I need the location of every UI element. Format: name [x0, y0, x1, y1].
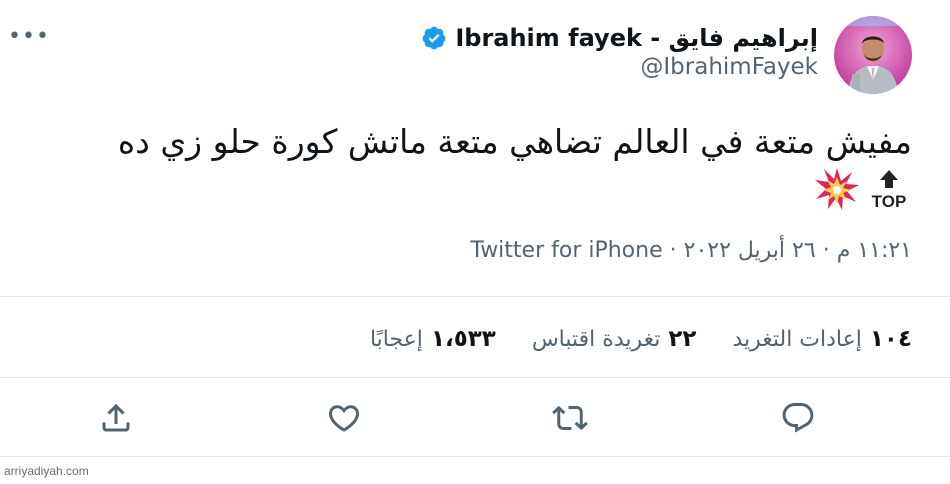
divider	[0, 456, 950, 457]
retweets-label: إعادات التغريد	[732, 326, 862, 352]
retweet-icon[interactable]	[552, 400, 588, 436]
divider	[0, 377, 950, 378]
retweets-count: ١٠٤	[869, 326, 912, 352]
tweet-card: إبراهيم فايق - Ibrahim fayek @IbrahimFay…	[0, 0, 950, 484]
likes-count: ١،٥٣٣	[430, 326, 496, 352]
likes-stat[interactable]: ١،٥٣٣ إعجابًا	[370, 326, 496, 352]
author-name-row[interactable]: إبراهيم فايق - Ibrahim fayek	[421, 20, 818, 56]
more-options-icon[interactable]: •••	[8, 26, 50, 48]
reply-icon[interactable]	[780, 400, 816, 436]
tweet-emoji-row: TOP	[814, 164, 912, 214]
tweet-date[interactable]: ٢٦ أبريل ٢٠٢٢	[684, 238, 816, 263]
share-icon[interactable]	[98, 400, 134, 436]
top-emoji-label: TOP	[872, 192, 907, 211]
divider	[0, 296, 950, 297]
tweet-text: مفيش متعة في العالم تضاهي متعة ماتش كورة…	[117, 122, 912, 161]
tweet-stats: ١٠٤ إعادات التغريد ٢٢ تغريدة اقتباس ١،٥٣…	[370, 322, 912, 356]
author-handle[interactable]: @IbrahimFayek	[640, 54, 818, 80]
quotes-stat[interactable]: ٢٢ تغريدة اقتباس	[532, 326, 697, 352]
tweet-time[interactable]: ١١:٢١ م	[837, 238, 912, 263]
tweet-source[interactable]: Twitter for iPhone	[470, 238, 662, 263]
meta-separator: ·	[669, 238, 677, 263]
quotes-label: تغريدة اقتباس	[531, 326, 661, 352]
author-display-name[interactable]: إبراهيم فايق - Ibrahim fayek	[455, 24, 818, 52]
likes-label: إعجابًا	[369, 326, 423, 352]
meta-separator: ·	[822, 238, 830, 263]
avatar[interactable]	[834, 16, 912, 94]
watermark-text: arriyadiyah.com	[4, 464, 89, 478]
top-arrow-emoji-icon: TOP	[866, 166, 912, 212]
verified-badge-icon	[421, 25, 447, 51]
tweet-actions	[0, 396, 950, 440]
retweets-stat[interactable]: ١٠٤ إعادات التغريد	[732, 326, 912, 352]
quotes-count: ٢٢	[668, 326, 697, 352]
avatar-image	[834, 16, 912, 94]
tweet-meta: ١١:٢١ م · ٢٦ أبريل ٢٠٢٢ · Twitter for iP…	[470, 238, 912, 263]
collision-emoji-icon	[814, 166, 860, 212]
like-icon[interactable]	[326, 400, 362, 436]
